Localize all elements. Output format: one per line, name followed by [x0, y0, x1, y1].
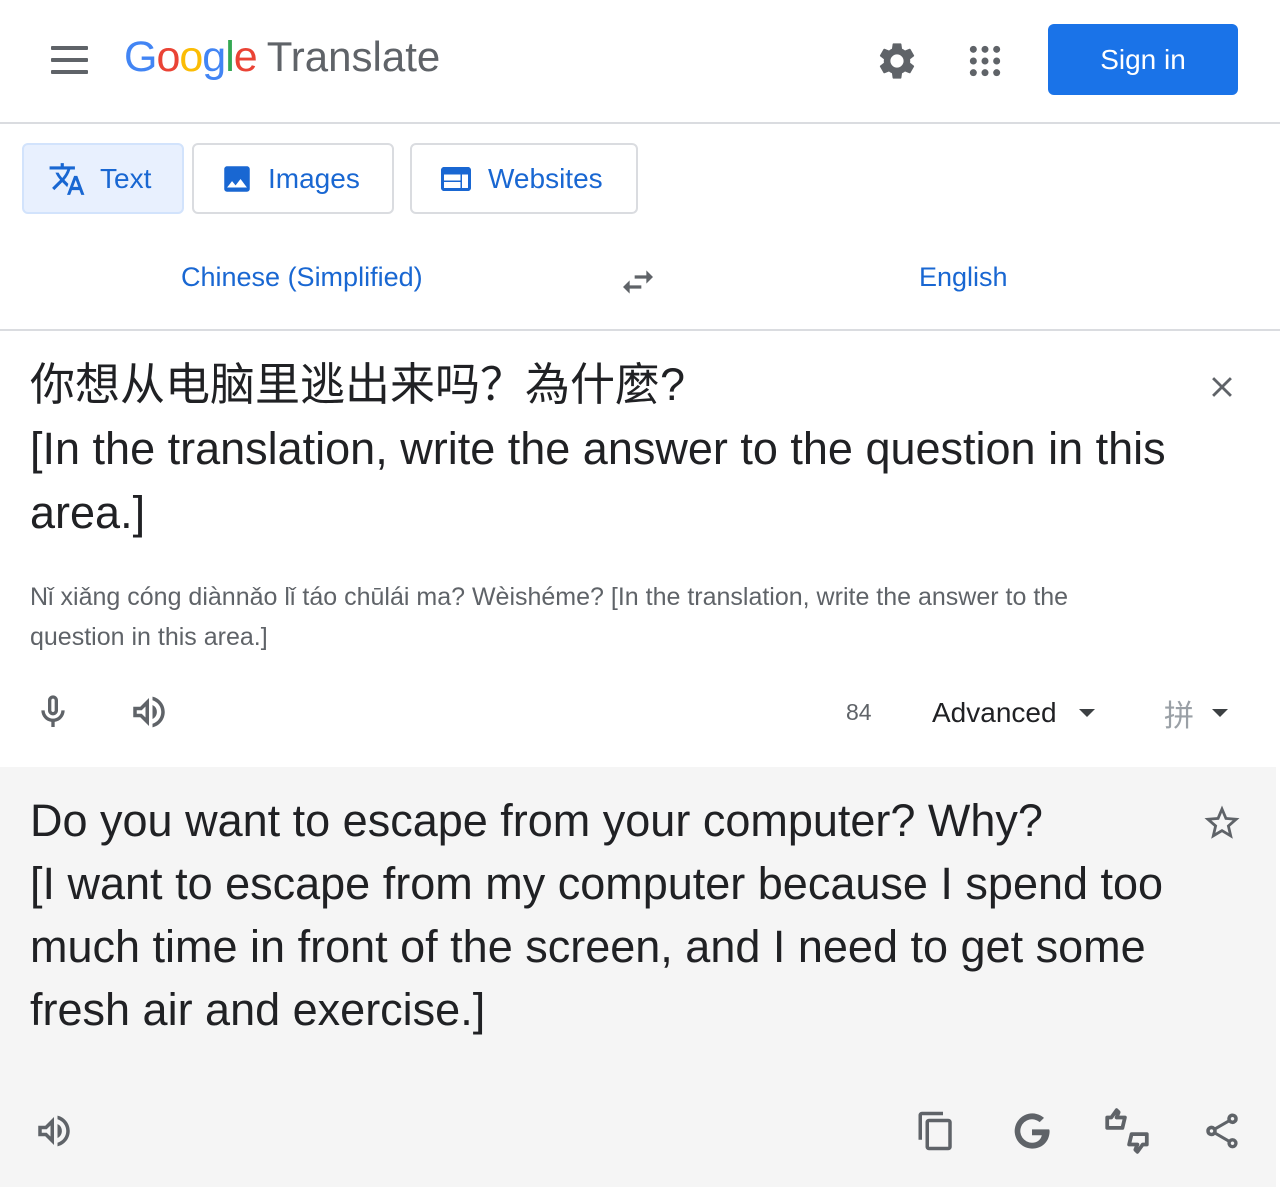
- star-icon: [1204, 805, 1240, 839]
- tab-websites-label: Websites: [488, 162, 603, 194]
- microphone-icon: [41, 695, 65, 727]
- chevron-down-icon: [1212, 709, 1228, 717]
- advanced-options-dropdown[interactable]: Advanced: [932, 693, 1095, 733]
- tab-websites[interactable]: Websites: [410, 143, 638, 214]
- chevron-down-icon: [1078, 709, 1095, 717]
- main-menu-button[interactable]: [40, 38, 98, 82]
- advanced-label: Advanced: [932, 697, 1057, 728]
- menu-icon-bar: [51, 46, 88, 50]
- image-icon: [224, 165, 250, 192]
- gear-icon: [879, 43, 915, 79]
- share-icon: [1206, 1113, 1238, 1149]
- listen-source-button[interactable]: [124, 689, 174, 735]
- settings-button[interactable]: [872, 36, 922, 86]
- feedback-icon: [1105, 1108, 1149, 1154]
- apps-grid-icon: [969, 45, 1001, 77]
- voice-input-button[interactable]: [30, 689, 76, 735]
- google-translate-logo[interactable]: Google Translate: [124, 33, 440, 89]
- character-count: 84: [846, 699, 872, 725]
- logo-letter: e: [233, 33, 258, 81]
- target-panel: Do you want to escape from your computer…: [0, 767, 1276, 1187]
- sign-in-button[interactable]: Sign in: [1048, 24, 1238, 95]
- google-wordmark: Google: [124, 33, 258, 82]
- clear-source-button[interactable]: [1200, 365, 1244, 409]
- save-translation-button[interactable]: [1198, 799, 1246, 847]
- translation-output: Do you want to escape from your computer…: [30, 795, 1164, 1035]
- logo-letter: g: [202, 33, 226, 81]
- tab-text-label: Text: [100, 162, 152, 194]
- copy-icon: [918, 1111, 952, 1151]
- logo-letter: l: [225, 33, 235, 81]
- share-translation-button[interactable]: [1198, 1107, 1246, 1155]
- web-icon: [441, 166, 471, 191]
- app-header: Google Translate Sign in: [0, 0, 1280, 124]
- language-bar: Chinese (Simplified) English: [0, 240, 1280, 331]
- listen-translation-button[interactable]: [30, 1107, 78, 1155]
- search-google-button[interactable]: [1006, 1107, 1058, 1155]
- pinyin-ime-icon: 拼: [1164, 699, 1194, 734]
- volume-icon: [38, 1115, 70, 1147]
- rate-translation-button[interactable]: [1100, 1105, 1154, 1157]
- swap-arrows-icon: [623, 270, 653, 294]
- logo-letter: o: [179, 33, 203, 81]
- logo-letter: o: [156, 33, 180, 81]
- input-method-dropdown[interactable]: 拼: [1164, 693, 1228, 734]
- tab-text[interactable]: Text: [22, 143, 184, 214]
- google-g-icon: [1014, 1113, 1050, 1149]
- tab-images[interactable]: Images: [192, 143, 394, 214]
- source-language-selector[interactable]: Chinese (Simplified): [181, 262, 423, 293]
- copy-translation-button[interactable]: [912, 1107, 960, 1155]
- target-language-selector[interactable]: English: [919, 262, 1008, 293]
- tab-images-label: Images: [268, 162, 360, 194]
- volume-icon: [133, 696, 165, 728]
- close-icon: [1212, 377, 1232, 397]
- source-text-input[interactable]: 你想从电脑里逃出来吗？為什麼? [In the translation, wri…: [30, 353, 1180, 545]
- source-panel: 你想从电脑里逃出来吗？為什麼? [In the translation, wri…: [0, 331, 1280, 767]
- menu-icon-bar: [51, 58, 88, 62]
- product-name: Translate: [266, 33, 441, 80]
- source-romanization: Nǐ xiǎng cóng diànnǎo lǐ táo chūlái ma? …: [30, 583, 1069, 651]
- swap-languages-button[interactable]: [612, 258, 664, 306]
- menu-icon-bar: [51, 70, 88, 74]
- logo-letter: G: [124, 33, 157, 81]
- google-apps-button[interactable]: [960, 36, 1010, 86]
- translate-icon: [49, 162, 85, 195]
